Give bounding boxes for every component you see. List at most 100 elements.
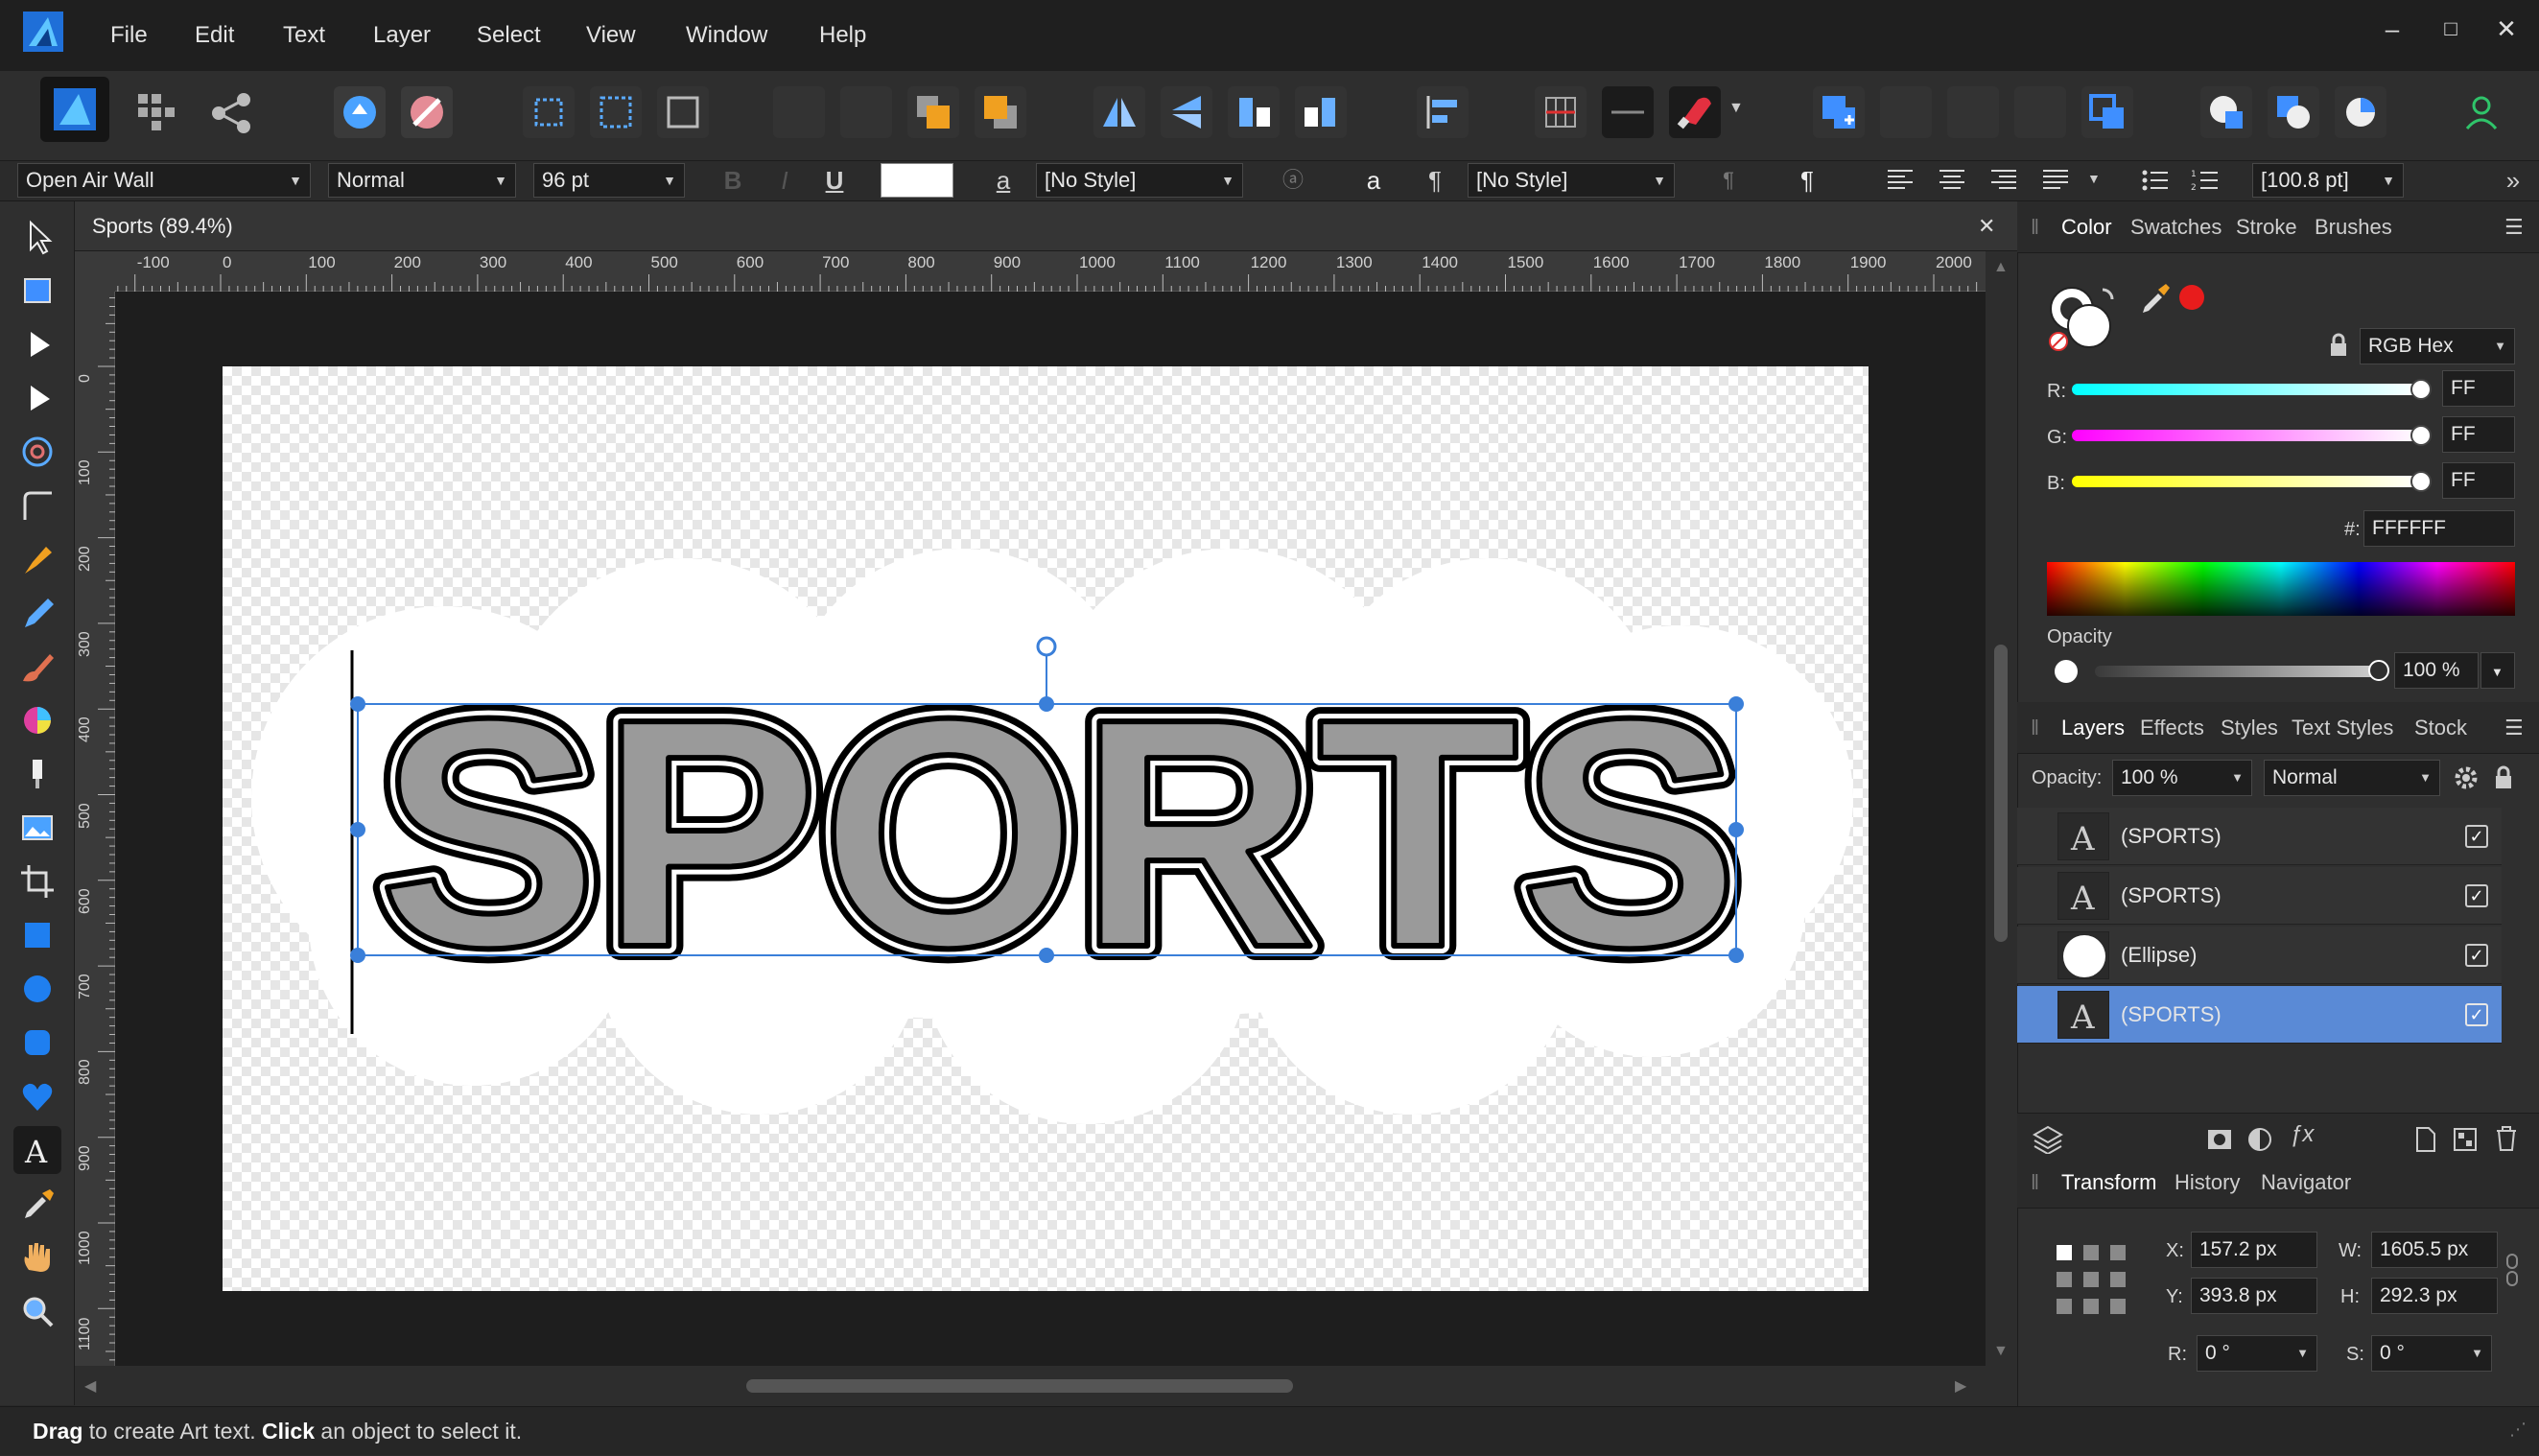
select-all-button[interactable] [590,86,642,138]
move-tool[interactable] [13,213,61,261]
panel-menu-icon[interactable]: ☰ [2504,702,2524,754]
font-style-select[interactable]: Normal ▼ [328,163,516,198]
leading-select[interactable]: [100.8 pt] ▼ [2252,163,2404,198]
font-size-select[interactable]: 96 pt ▼ [533,163,685,198]
hex-value-field[interactable]: FFFFFF [2363,510,2515,547]
rotate-right-button[interactable] [1295,86,1347,138]
boolean-divide-button[interactable] [2081,86,2133,138]
tab-stroke[interactable]: Stroke [2236,201,2297,253]
tab-history[interactable]: History [2175,1157,2240,1209]
boolean-subtract-button[interactable] [1880,86,1932,138]
arrange-backward-button[interactable] [840,86,892,138]
vertical-scrollbar[interactable]: ▲ ▼ [1986,251,2017,1366]
artboard[interactable]: SPORTS SPORTS SPORTS [223,366,1869,1291]
contour-tool[interactable] [13,428,61,476]
tab-navigator[interactable]: Navigator [2261,1157,2351,1209]
layers-stack-icon[interactable] [2031,1123,2065,1154]
r-slider-knob[interactable] [2410,379,2432,400]
view-tool[interactable] [13,1233,61,1281]
insert-behind-button[interactable] [2268,86,2319,138]
link-icon[interactable] [2504,1253,2521,1287]
flip-vertical-button[interactable] [1161,86,1212,138]
layer-visibility-checkbox[interactable]: ✓ [2465,1003,2488,1026]
lock-icon[interactable] [2492,763,2515,792]
opacity-dropdown[interactable]: ▼ [2480,652,2515,689]
layer-row[interactable]: A (SPORTS) ✓ [2017,808,2502,865]
pencil-tool[interactable] [13,589,61,637]
assistant-button[interactable] [334,86,386,138]
menu-help[interactable]: Help [819,0,866,71]
insert-inside-button[interactable] [2200,86,2252,138]
minimize-button[interactable]: – [2368,0,2416,58]
snapping-guides-button[interactable] [1602,86,1654,138]
close-document-button[interactable]: ✕ [1978,201,1995,251]
tab-text-styles[interactable]: Text Styles [2292,702,2393,754]
ellipse-tool[interactable] [13,965,61,1013]
opacity-value-field[interactable]: 100 % [2394,652,2479,689]
corner-tool[interactable] [13,481,61,529]
b-slider[interactable] [2072,476,2421,487]
blend-mode-select[interactable]: Normal ▼ [2264,760,2440,796]
tab-layers[interactable]: Layers [2061,702,2125,754]
document-tab-title[interactable]: Sports (89.4%) [92,201,233,251]
transparency-tool[interactable] [13,750,61,798]
layer-row-selected[interactable]: A (SPORTS) ✓ [2017,986,2502,1044]
character-style-glyph[interactable]: a [984,163,1023,198]
rectangle-tool[interactable] [13,911,61,959]
character-style-select[interactable]: [No Style] ▼ [1036,163,1243,198]
g-slider[interactable] [2072,430,2421,441]
r-slider[interactable] [2072,384,2421,395]
rotation-select[interactable]: 0 ° ▼ [2197,1335,2317,1372]
panel-grip-icon[interactable]: ‖ [2031,201,2039,253]
artistic-text-tool[interactable]: A [13,1126,61,1174]
boolean-intersect-button[interactable] [1947,86,1999,138]
menu-select[interactable]: Select [477,0,541,71]
close-window-button[interactable]: ✕ [2482,0,2530,58]
align-left-text-icon[interactable] [1886,167,1915,194]
tab-stock[interactable]: Stock [2414,702,2467,754]
point-transform-tool[interactable] [13,374,61,422]
scroll-down-icon[interactable]: ▼ [1993,1343,2009,1360]
arrange-back-button[interactable] [773,86,825,138]
new-layer-icon[interactable] [2412,1125,2439,1154]
panel-grip-icon[interactable]: ‖ [2031,1157,2039,1209]
flip-horizontal-button[interactable] [1093,86,1145,138]
horizontal-scrollbar[interactable]: ◀ ▶ [75,1366,2017,1406]
lock-icon[interactable] [2325,331,2352,360]
menu-text[interactable]: Text [283,0,325,71]
layer-visibility-checkbox[interactable]: ✓ [2465,944,2488,967]
rounded-rectangle-tool[interactable] [13,1019,61,1067]
alignment-options-arrow-icon[interactable]: ▼ [2087,171,2101,186]
export-persona-button[interactable] [205,86,257,138]
paragraph-style-glyph[interactable]: ¶ [1416,163,1454,198]
place-image-tool[interactable] [13,804,61,852]
x-field[interactable]: 157.2 px [2191,1232,2317,1268]
pen-tool[interactable] [13,535,61,583]
opacity-slider[interactable] [2095,666,2379,677]
scroll-right-icon[interactable]: ▶ [1955,1376,1966,1396]
arrange-forward-button[interactable] [907,86,959,138]
layer-visibility-checkbox[interactable]: ✓ [2465,884,2488,907]
para-style-options-icon[interactable]: ¶ [1709,163,1748,198]
crop-tool[interactable] [13,857,61,905]
shear-select[interactable]: 0 ° ▼ [2371,1335,2492,1372]
mask-icon[interactable] [2205,1125,2234,1154]
g-value-field[interactable]: FF [2442,416,2515,453]
align-center-text-icon[interactable] [1938,167,1966,194]
gear-icon[interactable] [2452,763,2480,792]
maximize-button[interactable]: □ [2427,0,2475,58]
horizontal-scroll-thumb[interactable] [746,1379,1293,1393]
snapping-magnet-button[interactable] [1669,86,1721,138]
selection-marquee-button[interactable] [523,86,575,138]
tab-styles[interactable]: Styles [2221,702,2278,754]
paragraph-style-select[interactable]: [No Style] ▼ [1468,163,1675,198]
bold-button[interactable]: B [714,163,752,198]
r-value-field[interactable]: FF [2442,370,2515,407]
menu-window[interactable]: Window [686,0,767,71]
vector-brush-tool[interactable] [13,643,61,691]
designer-persona-button[interactable] [40,77,109,142]
account-button[interactable] [2456,86,2507,138]
menu-view[interactable]: View [586,0,636,71]
vertical-scroll-thumb[interactable] [1994,645,2008,942]
menu-file[interactable]: File [110,0,148,71]
